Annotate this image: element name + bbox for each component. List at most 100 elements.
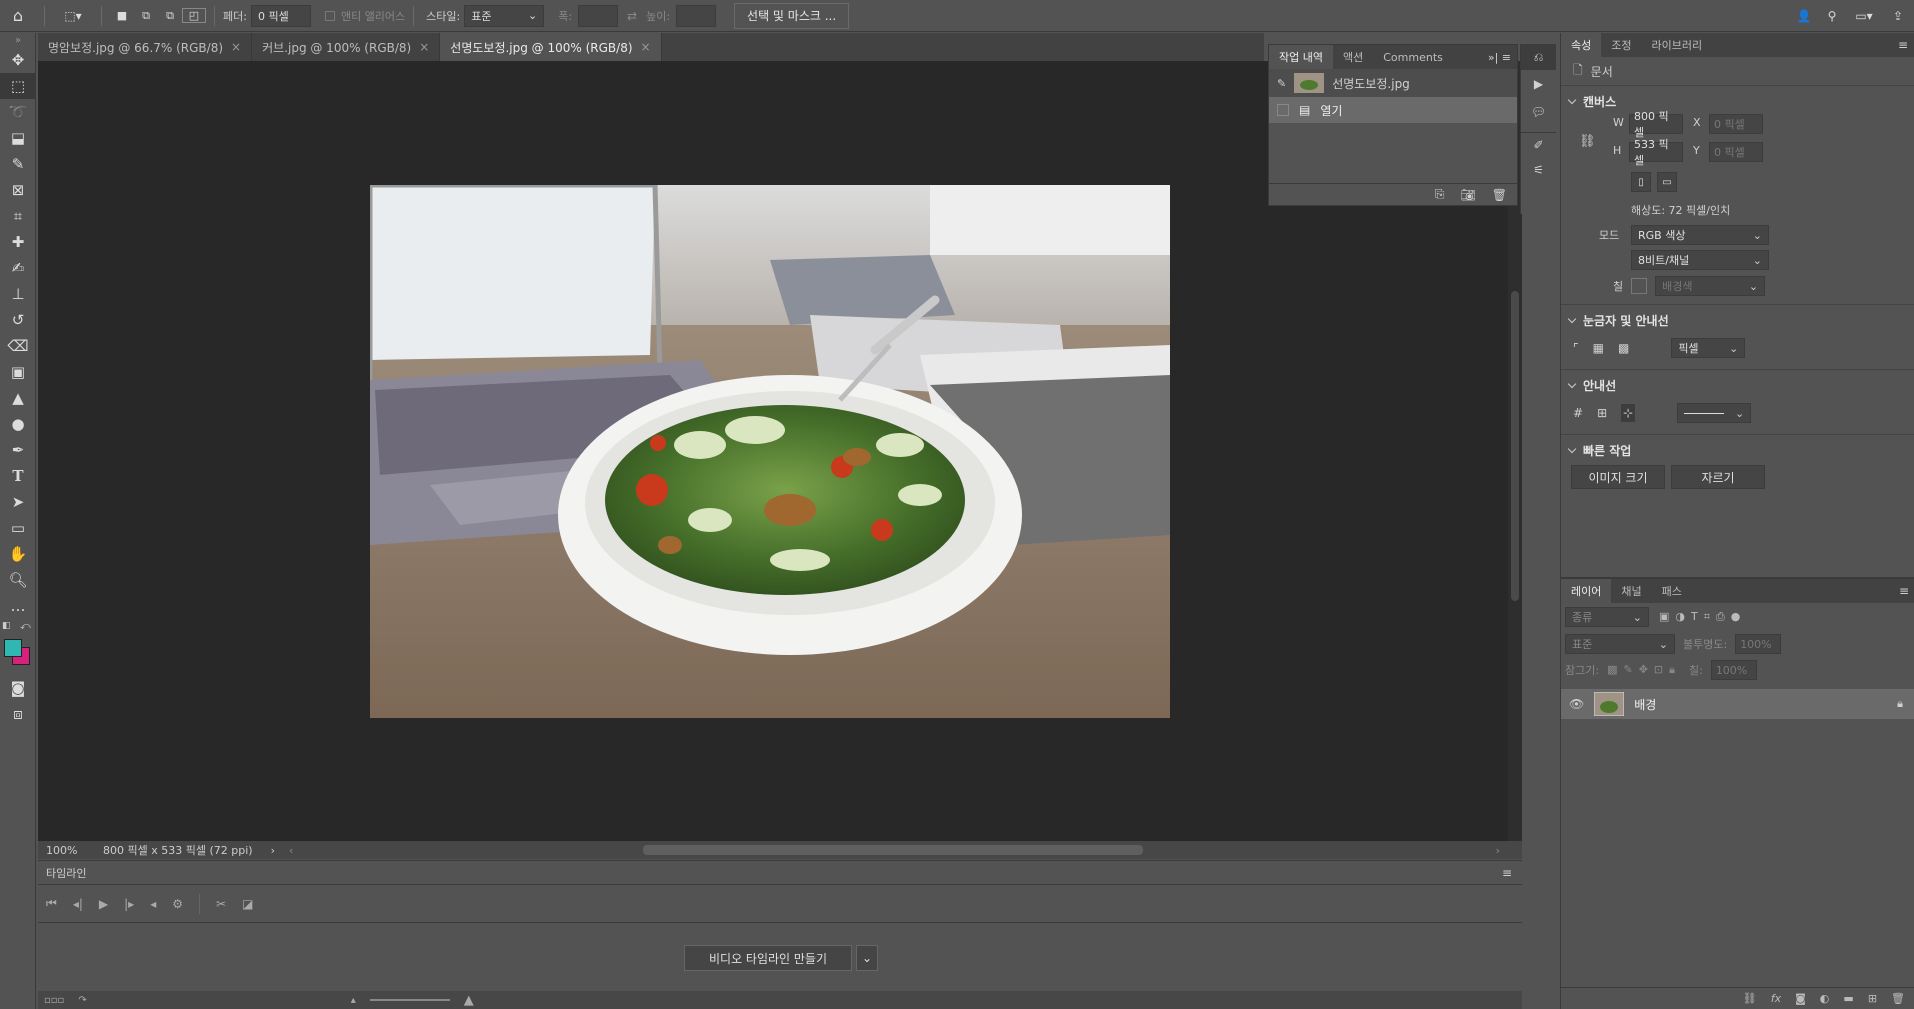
guide-style-select[interactable] — [1677, 403, 1752, 423]
chevron-down-icon[interactable]: ⌄ — [856, 945, 878, 971]
panel-menu-icon[interactable]: ≡ — [1502, 866, 1512, 880]
prev-frame-icon[interactable]: ◂| — [73, 897, 83, 911]
tab-actions[interactable]: 액션 — [1333, 45, 1373, 69]
camera-icon[interactable]: 📷︎ — [1461, 188, 1476, 202]
tab-comments[interactable]: Comments — [1373, 45, 1453, 69]
collapse-toolbar-icon[interactable]: » — [0, 33, 36, 47]
lasso-tool-icon[interactable]: ➰ — [0, 99, 36, 125]
chevron-right-icon[interactable]: › — [271, 844, 275, 857]
next-frame-icon[interactable]: |▸ — [124, 897, 134, 911]
create-video-timeline-button[interactable]: 비디오 타임라인 만들기 — [684, 945, 852, 971]
pen-tool-icon[interactable]: ✒ — [0, 437, 36, 463]
subtract-selection-icon[interactable]: ⧉ — [158, 9, 182, 23]
foreground-color-swatch[interactable] — [4, 639, 22, 657]
move-tool-icon[interactable]: ✥ — [0, 47, 36, 73]
fill-select[interactable]: 배경색 — [1655, 276, 1766, 296]
object-select-tool-icon[interactable]: ⬓ — [0, 125, 36, 151]
mode-select[interactable]: RGB 색상 — [1631, 225, 1769, 245]
quick-mask-icon[interactable]: ◙ — [0, 675, 36, 701]
brush-settings-icon[interactable]: ✐ — [1521, 132, 1556, 156]
width-input[interactable] — [578, 4, 619, 27]
tab-channels[interactable]: 채널 — [1611, 579, 1651, 603]
brush-tool-icon[interactable]: ✍ — [0, 255, 36, 281]
history-step[interactable]: ▤ 열기 — [1269, 97, 1517, 123]
doc-tab[interactable]: 커브.jpg @ 100% (RGB/8) × — [252, 33, 441, 61]
search-icon[interactable]: ⚲ — [1818, 9, 1846, 23]
guides-icon[interactable]: # — [1573, 406, 1583, 420]
ruler-icon[interactable]: ⌜ — [1573, 341, 1579, 355]
document-image[interactable] — [370, 185, 1170, 718]
history-snapshot[interactable]: ✎ 선명도보정.jpg — [1269, 69, 1517, 97]
hand-tool-icon[interactable]: ✋ — [0, 541, 36, 567]
workspace-icon[interactable]: ▭▾ — [1846, 9, 1882, 23]
share-icon[interactable]: ⇪ — [1882, 9, 1914, 23]
trash-icon[interactable]: 🗑︎ — [1492, 188, 1507, 202]
landscape-icon[interactable]: ▭ — [1657, 172, 1677, 192]
close-icon[interactable]: × — [231, 40, 241, 54]
stamp-tool-icon[interactable]: ⊥ — [0, 281, 36, 307]
panel-menu-icon[interactable]: »| ≡ — [1488, 51, 1517, 64]
rulers-section-header[interactable]: 눈금자 및 안내선 — [1561, 309, 1914, 331]
new-selection-icon[interactable]: ■ — [110, 9, 134, 22]
link-layers-icon[interactable]: ⛓ — [1743, 992, 1757, 1005]
eyedropper-tool-icon[interactable]: ⌗ — [0, 203, 36, 229]
layer-name[interactable]: 배경 — [1634, 696, 1656, 713]
screen-mode-icon[interactable]: ⧈ — [0, 701, 36, 727]
new-document-icon[interactable]: ⎘ — [1435, 187, 1445, 202]
width-input[interactable]: 800 픽셀 — [1629, 110, 1683, 139]
tab-adjustments[interactable]: 조정 — [1601, 33, 1641, 57]
frames-icon[interactable]: ▫▫▫ — [44, 995, 64, 1006]
scroll-right-icon[interactable]: › — [1496, 844, 1500, 857]
style-select[interactable]: 표준 ⌄ — [464, 4, 545, 27]
bit-depth-select[interactable]: 8비트/채널 — [1631, 250, 1769, 270]
layer-row[interactable]: 👁︎ 배경 🔒︎ — [1561, 689, 1914, 719]
fill-swatch[interactable] — [1631, 278, 1648, 294]
lock-icon[interactable]: 🔒︎ — [1897, 697, 1914, 711]
tab-history[interactable]: 작업 내역 — [1269, 45, 1333, 69]
zoom-tool-icon[interactable]: 🔍︎ — [0, 567, 36, 593]
doc-tab-active[interactable]: 선명도보정.jpg @ 100% (RGB/8) × — [440, 33, 662, 61]
transition-icon[interactable]: ◪ — [242, 897, 253, 911]
user-icon[interactable]: 👤 — [1790, 9, 1818, 23]
path-select-icon[interactable]: ➤ — [0, 489, 36, 515]
play-icon[interactable]: ▶ — [99, 897, 108, 911]
crop-button[interactable]: 자르기 — [1671, 465, 1765, 489]
filter-icons[interactable]: ▣◑T⌗⎙● — [1659, 610, 1746, 624]
scroll-thumb[interactable] — [1511, 291, 1519, 601]
fill-input[interactable]: 100% — [1710, 660, 1757, 680]
pixel-grid-icon[interactable]: ▩ — [1618, 341, 1629, 355]
fx-icon[interactable]: fx — [1771, 992, 1781, 1005]
feather-input[interactable]: 0 픽셀 — [250, 4, 311, 27]
eraser-tool-icon[interactable]: ⌫ — [0, 333, 36, 359]
tab-paths[interactable]: 패스 — [1652, 579, 1692, 603]
home-icon[interactable]: ⌂ — [0, 6, 36, 25]
smart-guides-icon[interactable]: ⊹ — [1621, 404, 1636, 422]
horizontal-scroll-thumb[interactable] — [643, 845, 1144, 855]
first-frame-icon[interactable]: ⏮ — [46, 896, 57, 911]
opacity-input[interactable]: 100% — [1735, 634, 1782, 654]
healing-brush-icon[interactable]: ✚ — [0, 229, 36, 255]
grid-icon[interactable]: ▦ — [1593, 341, 1604, 355]
audio-icon[interactable]: ◂ — [150, 897, 156, 911]
folder-icon[interactable]: ▬ — [1843, 992, 1853, 1005]
panel-menu-icon[interactable]: ≡ — [1899, 584, 1914, 598]
brush-presets-icon[interactable]: ⚟ — [1521, 156, 1556, 184]
settings-icon[interactable]: ⚙ — [172, 897, 183, 911]
panel-menu-icon[interactable]: ≡ — [1898, 38, 1914, 52]
swap-colors-icon[interactable]: ⤺ — [20, 621, 31, 632]
type-tool-icon[interactable]: T — [0, 463, 36, 489]
close-icon[interactable]: × — [419, 40, 429, 54]
canvas-section-header[interactable]: 캔버스 — [1561, 90, 1914, 112]
guides-section-header[interactable]: 안내선 — [1561, 374, 1914, 396]
adjustment-icon[interactable]: ◐ — [1820, 992, 1830, 1005]
scroll-left-icon[interactable]: ‹ — [289, 844, 293, 857]
blur-tool-icon[interactable]: ▲ — [0, 385, 36, 411]
zoom-slider[interactable] — [369, 999, 450, 1001]
layer-filter-select[interactable]: 종류 — [1565, 607, 1649, 627]
tab-layers[interactable]: 레이어 — [1561, 579, 1612, 603]
marquee-tool-icon[interactable]: ⬚ — [0, 73, 36, 99]
convert-icon[interactable]: ↷ — [78, 995, 86, 1006]
marquee-preset-icon[interactable]: ⬚▾ — [53, 9, 93, 23]
add-selection-icon[interactable]: ⧉ — [134, 9, 158, 23]
tab-properties[interactable]: 속성 — [1561, 33, 1602, 57]
